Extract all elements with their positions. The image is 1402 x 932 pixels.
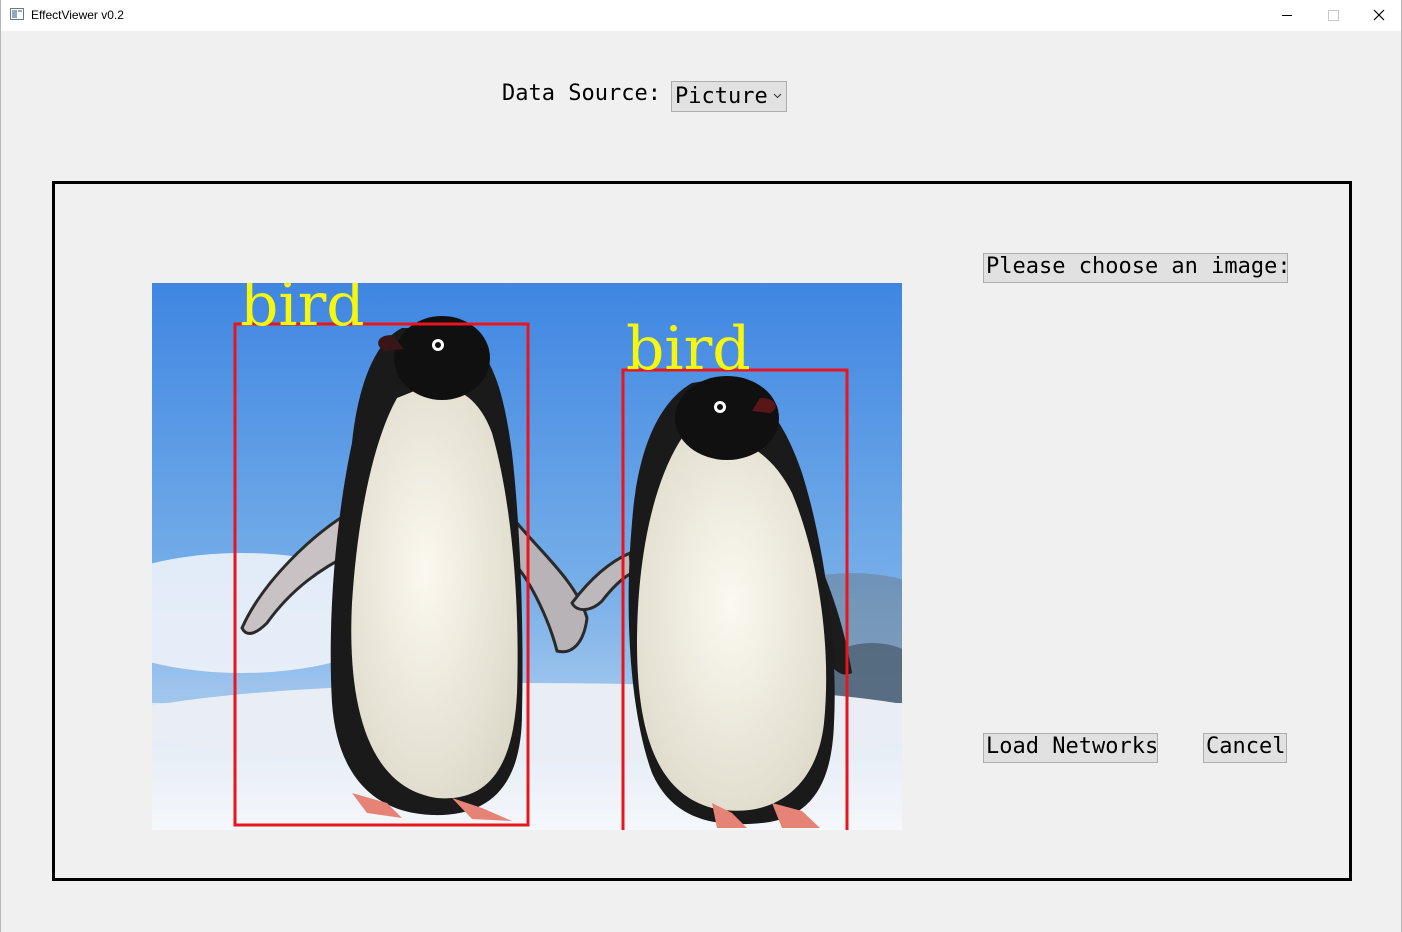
detection-result-image: bird bird	[152, 283, 902, 830]
maximize-button[interactable]	[1310, 0, 1356, 31]
detection-label: bird	[626, 314, 751, 384]
detection-label: bird	[240, 283, 365, 340]
data-source-selected-value: Picture	[675, 84, 768, 109]
app-window: EffectViewer v0.2 Data Source: Picture b…	[0, 0, 1402, 932]
close-icon	[1373, 9, 1385, 21]
data-source-label: Data Source:	[502, 81, 661, 106]
data-source-select[interactable]: Picture	[671, 81, 787, 112]
choose-image-button[interactable]: Please choose an image:	[983, 253, 1291, 283]
load-networks-button[interactable]: Load Networks	[983, 733, 1158, 763]
window-title: EffectViewer v0.2	[31, 8, 124, 22]
close-button[interactable]	[1356, 0, 1402, 31]
title-bar: EffectViewer v0.2	[1, 0, 1401, 31]
cancel-button[interactable]: Cancel	[1203, 733, 1287, 763]
app-window-icon	[10, 8, 24, 20]
minimize-button[interactable]	[1264, 0, 1310, 31]
chevron-down-icon	[773, 93, 782, 99]
